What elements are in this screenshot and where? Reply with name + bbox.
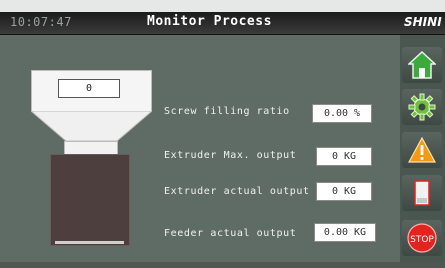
monitor-screen: 10:07:47 Monitor Process SHINI 0 Screw f…: [0, 0, 445, 268]
home-button[interactable]: [402, 47, 442, 83]
bin-base: [55, 241, 124, 244]
extruder-actual-output-value: 0 KG: [316, 182, 372, 201]
bottom-bezel: [0, 262, 445, 268]
screw-filling-ratio-value: 0.00 %: [312, 104, 372, 123]
hopper-level-field[interactable]: 0: [58, 79, 120, 98]
brand-logo: SHINI: [404, 15, 442, 29]
page-title: Monitor Process: [147, 14, 272, 29]
title-bar: 10:07:47 Monitor Process SHINI: [0, 12, 445, 35]
screw-filling-ratio-label: Screw filling ratio: [164, 106, 290, 117]
stop-icon: STOP: [407, 223, 437, 253]
hopper-icon: [414, 180, 430, 206]
feeder-actual-output-label: Feeder actual output: [164, 228, 297, 239]
feeder-actual-output-value: 0.00 KG: [314, 223, 376, 242]
gear-icon: [408, 93, 436, 121]
settings-button[interactable]: [402, 89, 442, 125]
material-bin: [50, 154, 130, 246]
extruder-max-output-label: Extruder Max. output: [164, 150, 297, 161]
hopper-funnel: [31, 111, 152, 141]
alarm-button[interactable]: [402, 132, 442, 168]
home-icon: [408, 51, 436, 79]
clock: 10:07:47: [10, 15, 72, 29]
extruder-actual-output-label: Extruder actual output: [164, 186, 310, 197]
stop-label: STOP: [410, 235, 434, 245]
stop-button[interactable]: STOP: [402, 220, 442, 256]
top-bezel: [0, 0, 445, 12]
hopper-button[interactable]: [402, 175, 442, 211]
warning-icon: [408, 136, 436, 163]
extruder-max-output-value: 0 KG: [316, 147, 372, 166]
